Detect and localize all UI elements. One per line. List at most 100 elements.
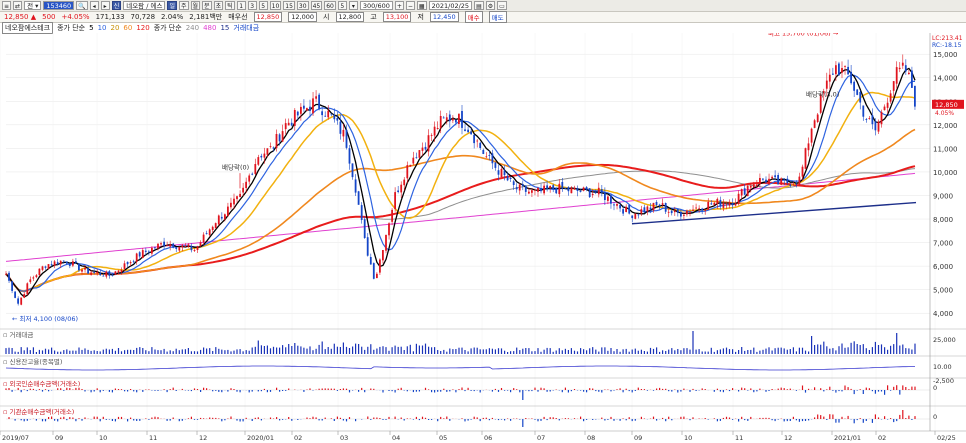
period-second[interactable]: 초	[213, 1, 224, 10]
interval-custom[interactable]: 5	[337, 1, 347, 10]
netbuy-bar	[276, 387, 278, 390]
netbuy-bar	[23, 419, 25, 422]
volume-bar	[862, 344, 864, 354]
zoom-out-icon[interactable]: −	[405, 1, 415, 10]
dropdown-icon[interactable]: ▾	[348, 1, 358, 10]
buy-button[interactable]: 매수	[464, 11, 483, 23]
period-tick[interactable]: 틱	[225, 1, 235, 10]
candle-body	[652, 202, 655, 211]
period-day[interactable]: 일	[167, 1, 177, 10]
candle-body	[163, 241, 165, 246]
volume-bar	[649, 347, 652, 354]
netbuy-bar	[431, 390, 433, 393]
volume-bar	[844, 347, 846, 354]
candle-body	[357, 191, 360, 205]
candle-body	[759, 178, 761, 185]
interval-45[interactable]: 45	[310, 1, 323, 10]
netbuy-bar	[321, 388, 323, 390]
period-week[interactable]: 주	[178, 1, 189, 10]
netbuy-bar	[911, 419, 913, 420]
netbuy-bar	[72, 389, 74, 390]
volume-bar	[662, 350, 664, 354]
netbuy-bar	[279, 390, 281, 392]
volume-bar	[531, 351, 533, 354]
candle-body	[664, 203, 667, 212]
volume-bar	[312, 350, 314, 354]
interval-5[interactable]: 5	[258, 1, 268, 10]
time-tick-label: 02	[878, 434, 886, 442]
candle-body	[412, 157, 415, 164]
netbuy-bar	[102, 390, 104, 391]
interval-1[interactable]: 1	[236, 1, 246, 10]
netbuy-bar	[747, 419, 749, 421]
candle-body	[838, 63, 840, 76]
netbuy-bar	[130, 389, 132, 390]
volume-bar	[276, 347, 278, 354]
search-icon[interactable]: 🔍	[76, 1, 88, 10]
netbuy-bar	[418, 390, 420, 392]
period-minute[interactable]: 분	[202, 1, 212, 10]
netbuy-bar	[257, 417, 259, 419]
interval-15[interactable]: 15	[283, 1, 295, 10]
interval-60[interactable]: 60	[324, 1, 336, 10]
volume-bar	[440, 351, 442, 354]
netbuy-bar	[668, 416, 670, 419]
netbuy-bar	[200, 417, 202, 419]
candle-body	[230, 202, 232, 208]
gear-icon[interactable]: ⚙	[485, 1, 496, 10]
candle-body	[528, 191, 530, 194]
volume-bar	[610, 348, 612, 354]
panel-label: ▫ 거래대금	[3, 330, 33, 339]
prev-icon[interactable]: ◂	[89, 1, 99, 10]
candle-body	[537, 188, 539, 192]
period-month[interactable]: 월	[190, 1, 201, 10]
calendar-icon[interactable]: ▦	[416, 1, 427, 10]
market-select[interactable]: 전 ▾	[24, 1, 42, 10]
stock-code-input[interactable]: 153460	[43, 1, 75, 10]
netbuy-bar	[193, 419, 196, 420]
candle-body	[482, 149, 485, 154]
price-tick-label: 9,000	[933, 192, 953, 200]
candle-body	[93, 272, 95, 273]
netbuy-bar	[464, 390, 466, 392]
volume-bar	[196, 351, 199, 354]
window-icon[interactable]: ▭	[497, 1, 507, 10]
count-input[interactable]: 300/600	[359, 1, 393, 10]
volume-bar	[151, 347, 153, 354]
netbuy-bar	[324, 388, 326, 390]
grid-icon[interactable]: ▤	[474, 1, 484, 10]
volume-bar	[376, 348, 378, 354]
interval-30[interactable]: 30	[296, 1, 309, 10]
next-icon[interactable]: ▸	[100, 1, 110, 10]
volume-bar	[516, 347, 518, 354]
stock-chart[interactable]: ▫ 거래대금 ▫ 신용잔고율(종목별) ▫ 외국인순매수금액(거래소) ▫ 기관순매수…	[0, 33, 966, 443]
netbuy-bar	[218, 390, 220, 392]
link-icon[interactable]: ⇄	[13, 1, 23, 10]
candle-body	[330, 113, 333, 115]
candle-body	[157, 243, 159, 249]
candle-body	[141, 250, 144, 258]
netbuy-bar	[887, 419, 889, 420]
volume-bar	[537, 348, 539, 354]
netbuy-bar	[750, 388, 752, 390]
netbuy-bar	[90, 390, 92, 393]
netbuy-bar	[291, 419, 293, 421]
zoom-in-icon[interactable]: +	[394, 1, 404, 10]
volume-bar	[896, 333, 898, 354]
volume-bar	[795, 351, 797, 354]
netbuy-bar	[400, 417, 402, 419]
volume-bar	[230, 351, 232, 354]
interval-10[interactable]: 10	[269, 1, 282, 10]
volume-bar	[409, 344, 411, 354]
volume-bar	[391, 347, 393, 354]
netbuy-bar	[108, 390, 110, 392]
candle-body	[372, 263, 375, 279]
price-tick-label: 8,000	[933, 216, 953, 224]
menu-icon[interactable]: ≡	[2, 1, 12, 10]
date-input[interactable]: 2021/02/25	[428, 1, 473, 10]
interval-3[interactable]: 3	[247, 1, 257, 10]
netbuy-bar	[808, 419, 810, 421]
netbuy-bar	[820, 388, 822, 390]
candle-body	[801, 166, 804, 177]
sell-button[interactable]: 매도	[488, 11, 507, 23]
